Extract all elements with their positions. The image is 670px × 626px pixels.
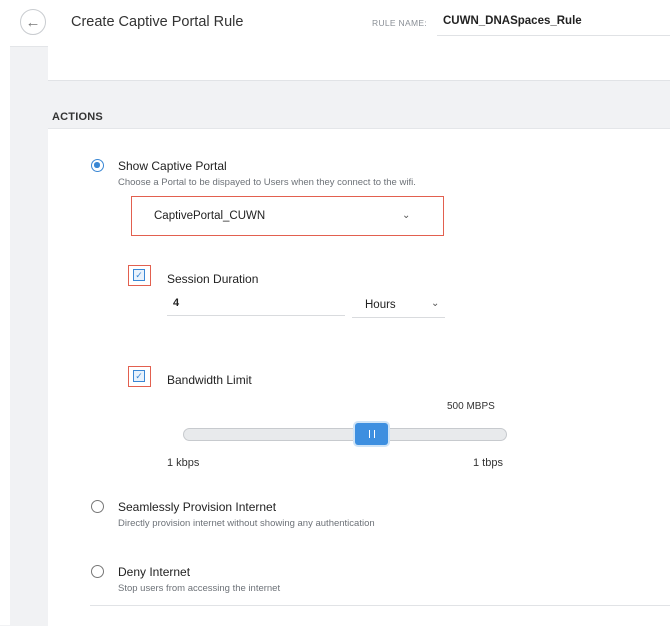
- divider: [90, 605, 670, 606]
- session-duration-label: Session Duration: [167, 272, 259, 286]
- provision-internet-title: Seamlessly Provision Internet: [118, 500, 277, 514]
- portal-dropdown-value: CaptivePortal_CUWN: [154, 210, 266, 222]
- show-captive-portal-radio[interactable]: [91, 159, 104, 172]
- bandwidth-current-value: 500 MBPS: [447, 401, 495, 412]
- show-captive-portal-title: Show Captive Portal: [118, 159, 227, 173]
- duration-unit-dropdown[interactable]: Hours ⌄: [352, 290, 445, 318]
- deny-internet-title: Deny Internet: [118, 565, 191, 579]
- provision-internet-description: Directly provision internet without show…: [118, 518, 375, 529]
- bandwidth-max-label: 1 tbps: [473, 457, 503, 469]
- rule-name-input[interactable]: [437, 6, 670, 36]
- chevron-down-icon: ⌄: [431, 298, 440, 309]
- page-title: Create Captive Portal Rule: [71, 14, 244, 30]
- bandwidth-limit-checkbox[interactable]: ✓: [128, 366, 151, 387]
- session-duration-checkbox[interactable]: ✓: [128, 265, 151, 286]
- provision-internet-radio[interactable]: [91, 500, 104, 513]
- bandwidth-min-label: 1 kbps: [167, 457, 200, 469]
- grip-icon: [368, 430, 375, 438]
- arrow-left-icon: ←: [25, 13, 41, 31]
- checkmark-icon: ✓: [133, 370, 145, 382]
- checkmark-icon: ✓: [133, 269, 145, 281]
- portal-dropdown[interactable]: CaptivePortal_CUWN ⌄: [131, 196, 444, 236]
- deny-internet-description: Stop users from accessing the internet: [118, 583, 281, 594]
- bandwidth-limit-label: Bandwidth Limit: [167, 373, 252, 387]
- bandwidth-slider-track[interactable]: [183, 428, 507, 441]
- show-captive-portal-description: Choose a Portal to be dispayed to Users …: [118, 177, 416, 188]
- left-edge-strip: [0, 46, 10, 625]
- previous-section-card: [48, 46, 670, 81]
- page-header: ← Create Captive Portal Rule RULE NAME:: [0, 0, 670, 47]
- rule-name-label: RULE NAME:: [372, 18, 427, 28]
- back-button[interactable]: ←: [20, 9, 46, 35]
- duration-unit-value: Hours: [365, 299, 396, 311]
- chevron-down-icon: ⌄: [402, 210, 411, 221]
- session-duration-input[interactable]: [167, 290, 345, 316]
- actions-heading: ACTIONS: [52, 111, 103, 123]
- bandwidth-slider-thumb[interactable]: [355, 423, 388, 445]
- deny-internet-radio[interactable]: [91, 565, 104, 578]
